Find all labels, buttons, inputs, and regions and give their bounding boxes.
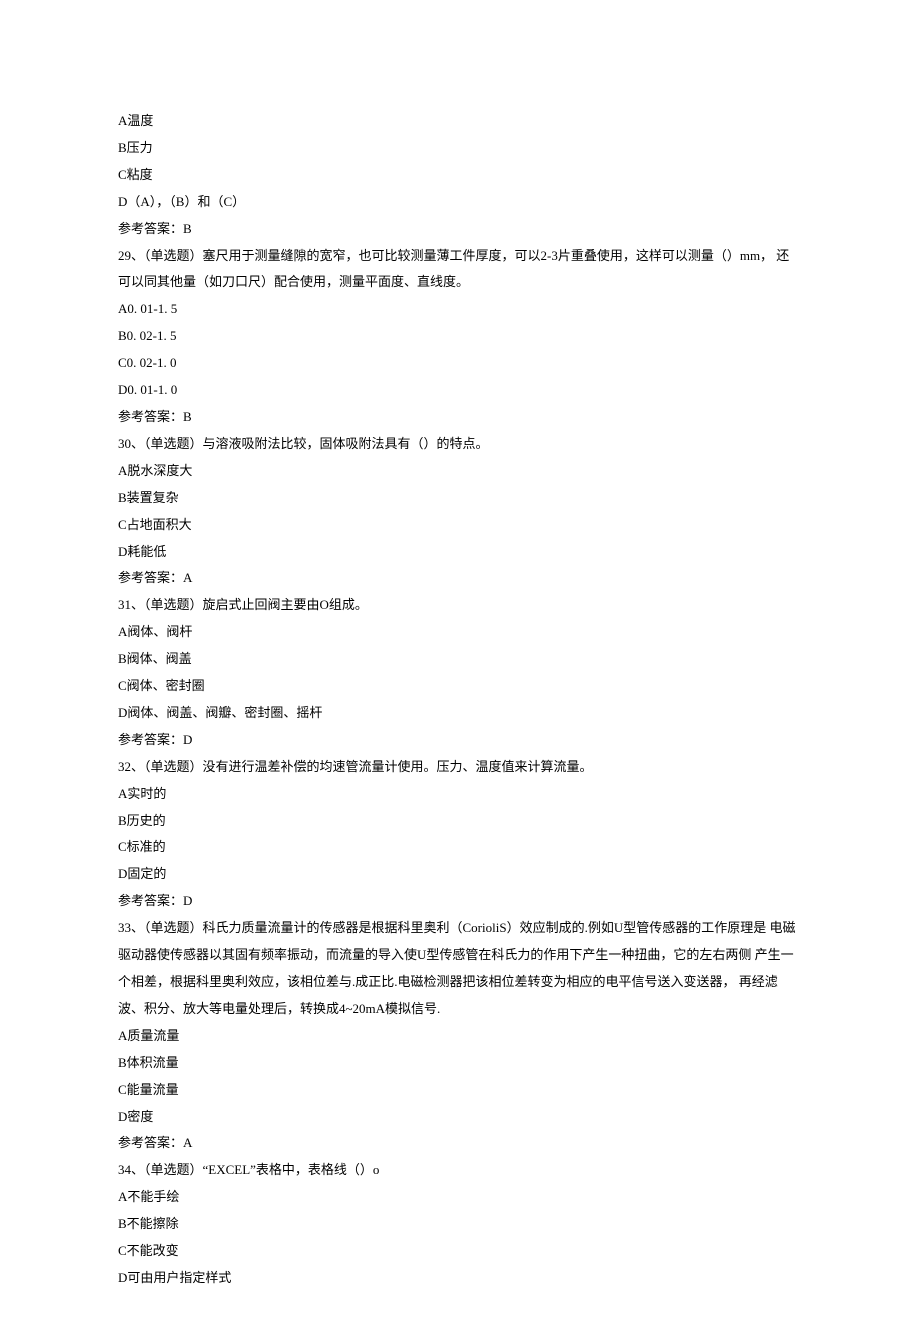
text-line: D密度 — [118, 1104, 802, 1131]
answer-line: 参考答案：B — [118, 404, 802, 431]
text-line: B不能擦除 — [118, 1211, 802, 1238]
text-line: D可由用户指定样式 — [118, 1265, 802, 1292]
text-line: B体积流量 — [118, 1050, 802, 1077]
answer-line: 参考答案：A — [118, 565, 802, 592]
text-line: D固定的 — [118, 861, 802, 888]
text-line: B历史的 — [118, 808, 802, 835]
text-line: A温度 — [118, 108, 802, 135]
document-page: A温度 B压力 C粘度 D（A），（B）和（C） 参考答案：B 29、（单选题）… — [0, 0, 920, 1332]
question-line: 31、（单选题）旋启式止回阀主要由O组成。 — [118, 592, 802, 619]
text-line: C能量流量 — [118, 1077, 802, 1104]
text-line: A脱水深度大 — [118, 458, 802, 485]
text-line: C不能改变 — [118, 1238, 802, 1265]
text-line: B阀体、阀盖 — [118, 646, 802, 673]
answer-line: 参考答案：B — [118, 216, 802, 243]
question-line: 30、（单选题）与溶液吸附法比较，固体吸附法具有（）的特点。 — [118, 431, 802, 458]
text-line: C粘度 — [118, 162, 802, 189]
text-line: D（A），（B）和（C） — [118, 189, 802, 216]
text-line: B装置复杂 — [118, 485, 802, 512]
answer-line: 参考答案：A — [118, 1130, 802, 1157]
text-line: D耗能低 — [118, 539, 802, 566]
text-line: D阀体、阀盖、阀瓣、密封圈、摇杆 — [118, 700, 802, 727]
text-line: C占地面积大 — [118, 512, 802, 539]
question-line: 34、（单选题）“EXCEL”表格中，表格线（）o — [118, 1157, 802, 1184]
text-line: C标准的 — [118, 834, 802, 861]
text-line: A质量流量 — [118, 1023, 802, 1050]
text-line: C阀体、密封圈 — [118, 673, 802, 700]
text-line: B压力 — [118, 135, 802, 162]
text-line: A实时的 — [118, 781, 802, 808]
text-line: A0. 01-1. 5 — [118, 296, 802, 323]
text-line: A阀体、阀杆 — [118, 619, 802, 646]
question-line: 33、（单选题）科氏力质量流量计的传感器是根据科里奥利（CorioliS）效应制… — [118, 915, 802, 1023]
question-line: 32、（单选题）没有进行温差补偿的均速管流量计使用。压力、温度值来计算流量。 — [118, 754, 802, 781]
text-line: B0. 02-1. 5 — [118, 323, 802, 350]
text-line: D0. 01-1. 0 — [118, 377, 802, 404]
text-line: A不能手绘 — [118, 1184, 802, 1211]
answer-line: 参考答案：D — [118, 727, 802, 754]
answer-line: 参考答案：D — [118, 888, 802, 915]
text-line: C0. 02-1. 0 — [118, 350, 802, 377]
question-line: 29、（单选题）塞尺用于测量缝隙的宽窄，也可比较测量薄工件厚度，可以2-3片重叠… — [118, 243, 802, 297]
